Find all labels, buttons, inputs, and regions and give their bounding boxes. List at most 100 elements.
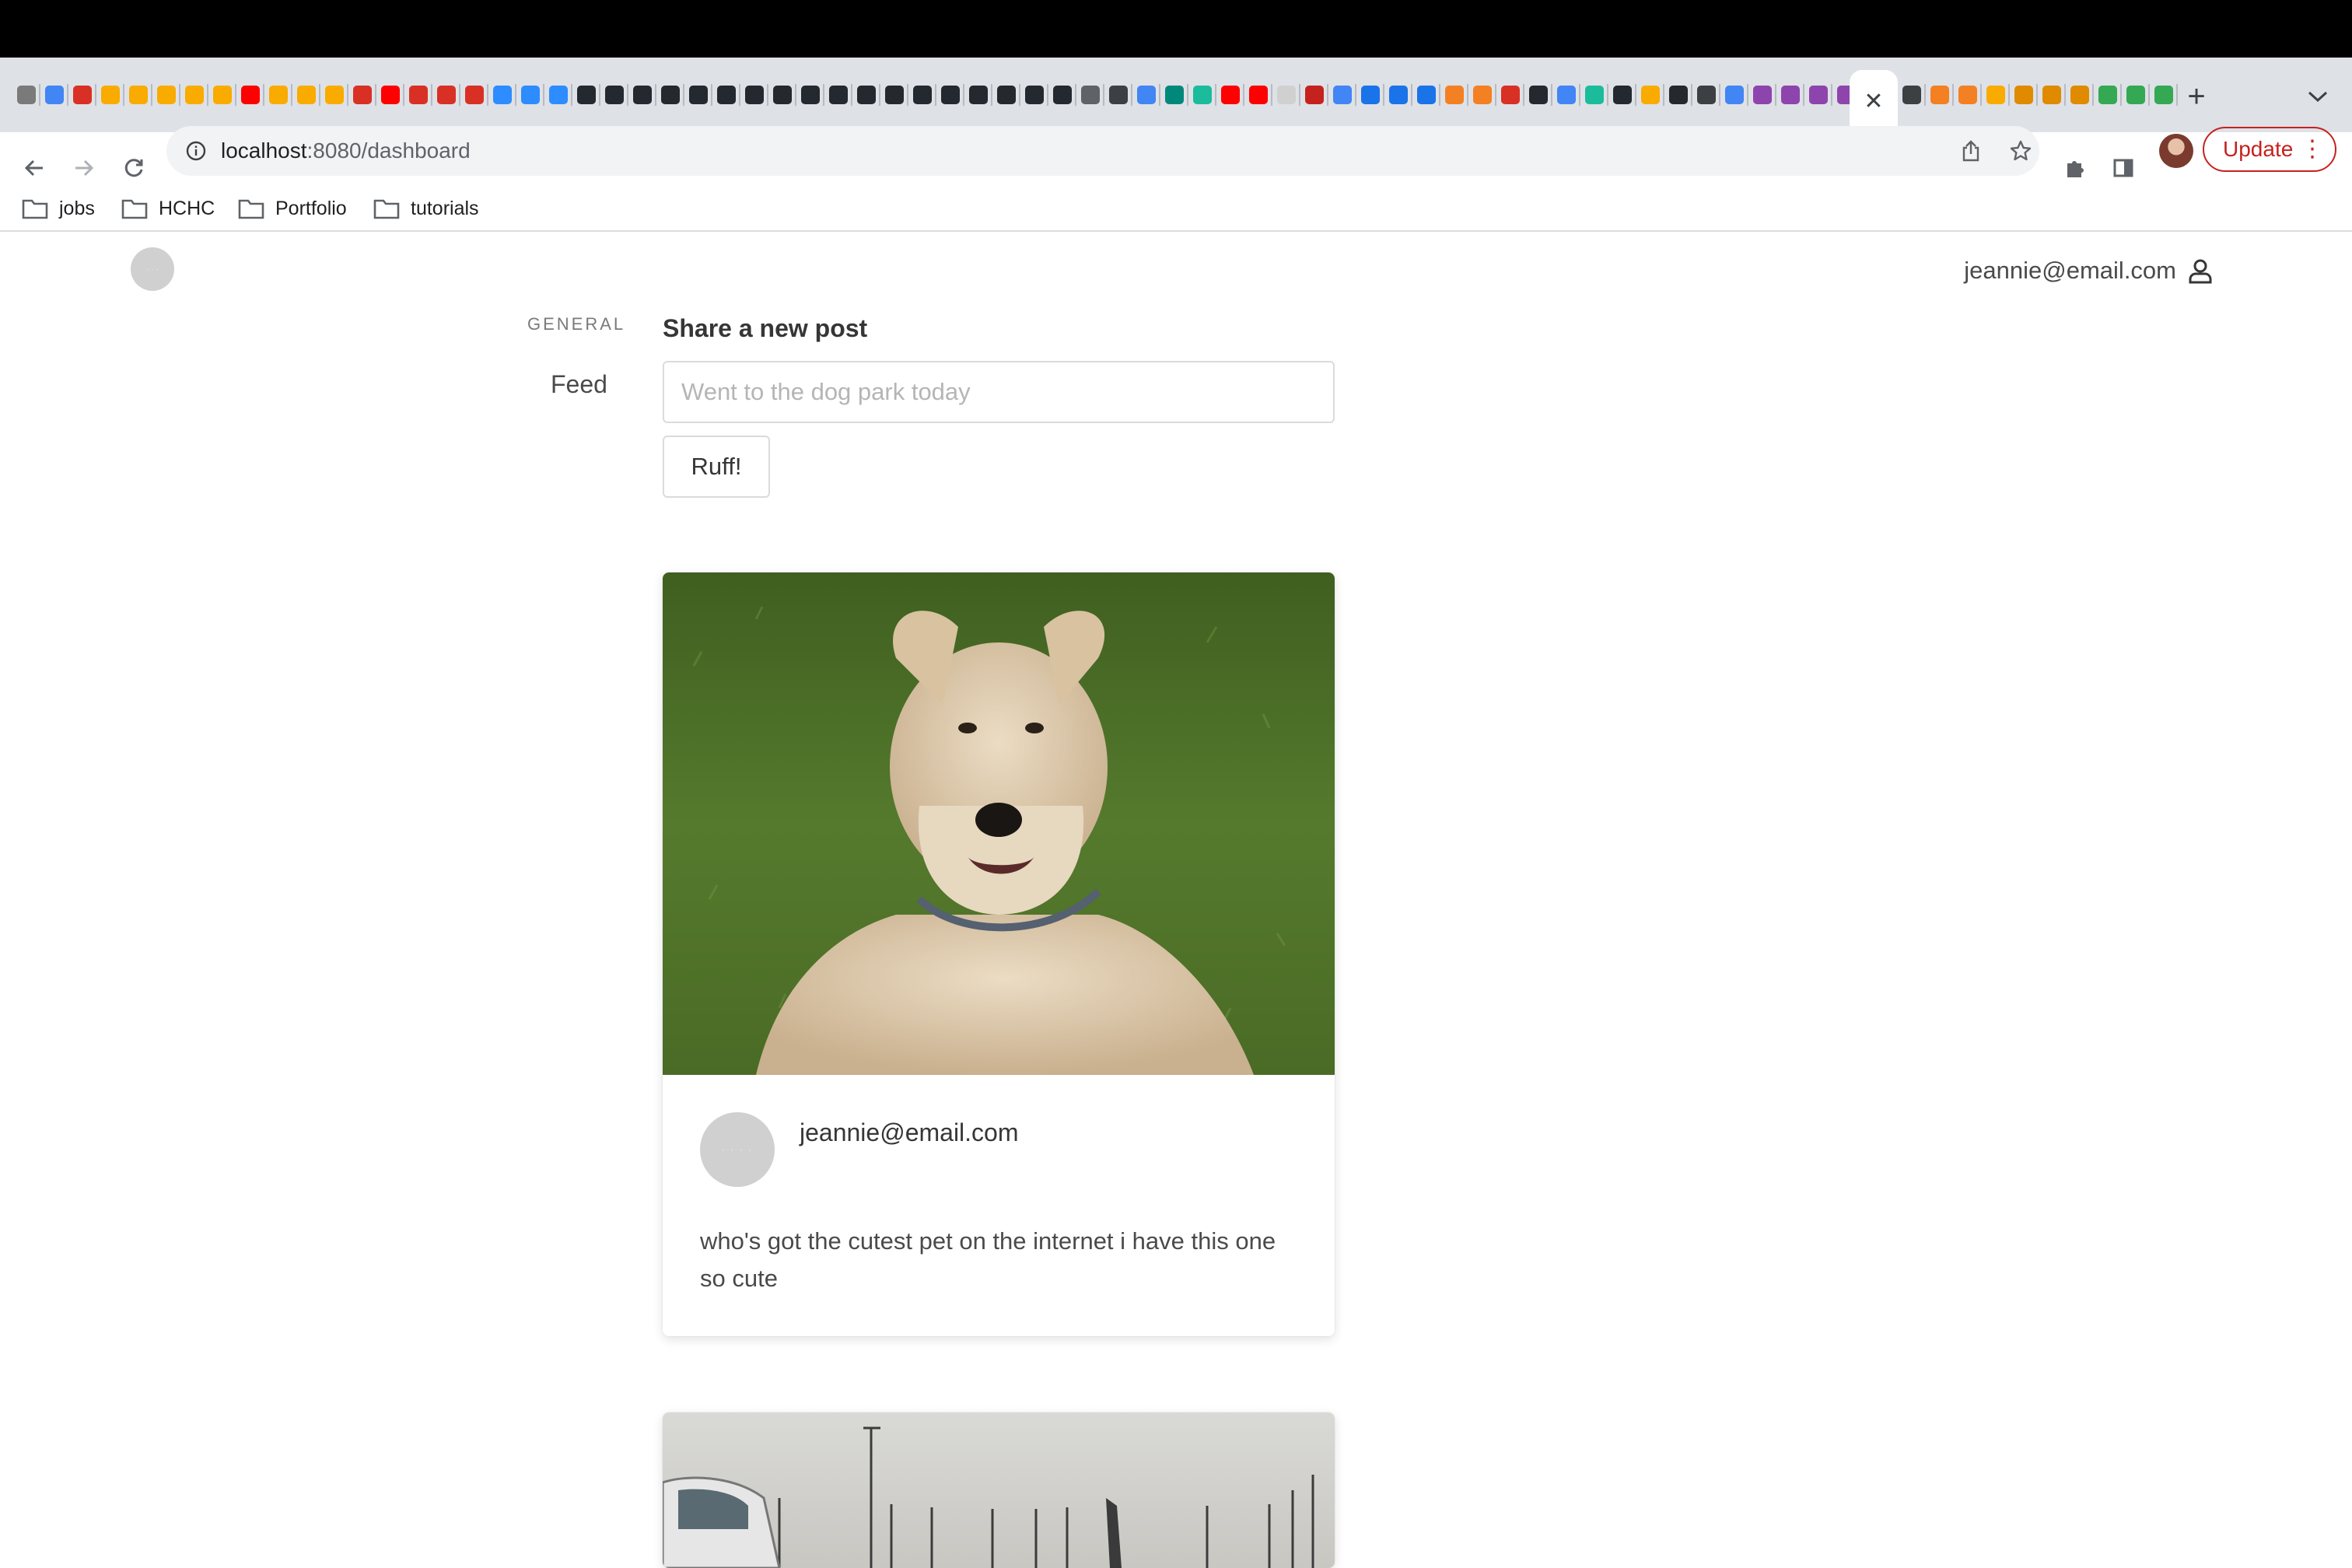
tab[interactable]: [2094, 81, 2122, 109]
new-post-input[interactable]: [663, 361, 1335, 423]
tab[interactable]: [1776, 81, 1804, 109]
tab[interactable]: [208, 81, 236, 109]
bookmark-folder-jobs[interactable]: jobs: [22, 193, 95, 224]
tab[interactable]: [2122, 81, 2150, 109]
tab[interactable]: [124, 81, 152, 109]
site-info-icon[interactable]: [184, 138, 208, 163]
tab[interactable]: [1020, 81, 1048, 109]
tab-search-chevron-icon[interactable]: [2299, 78, 2336, 115]
tab[interactable]: [880, 81, 908, 109]
browser-menu-icon[interactable]: ⋮: [2301, 135, 2324, 164]
tab[interactable]: [768, 81, 796, 109]
tab[interactable]: [656, 81, 684, 109]
bookmark-folder-tutorials[interactable]: tutorials: [373, 193, 479, 224]
tab[interactable]: [12, 81, 40, 109]
tab[interactable]: [824, 81, 852, 109]
tab[interactable]: [2038, 81, 2066, 109]
tab[interactable]: [1272, 81, 1300, 109]
tab[interactable]: [740, 81, 768, 109]
side-panel-icon[interactable]: [2105, 149, 2142, 187]
tab[interactable]: [180, 81, 208, 109]
tab[interactable]: [1926, 81, 1954, 109]
tab[interactable]: [292, 81, 320, 109]
tab[interactable]: [516, 81, 544, 109]
tab[interactable]: [404, 81, 432, 109]
tab[interactable]: [2066, 81, 2094, 109]
tab[interactable]: [1160, 81, 1188, 109]
tab[interactable]: [1954, 81, 1982, 109]
tab[interactable]: [1412, 81, 1440, 109]
tab[interactable]: [544, 81, 572, 109]
tab[interactable]: [1328, 81, 1356, 109]
url-text[interactable]: localhost:8080/dashboard: [221, 137, 471, 165]
tab[interactable]: [2010, 81, 2038, 109]
tab[interactable]: [572, 81, 600, 109]
menu-item-feed[interactable]: Feed: [551, 370, 607, 399]
new-tab-button[interactable]: +: [2178, 78, 2215, 115]
tab[interactable]: [1720, 81, 1748, 109]
app-logo[interactable]: · · ·: [131, 247, 174, 291]
profile-avatar[interactable]: [2159, 134, 2193, 168]
tab[interactable]: [68, 81, 96, 109]
tab[interactable]: [1636, 81, 1664, 109]
share-icon[interactable]: [1952, 132, 1990, 170]
active-tab[interactable]: ✕: [1850, 70, 1898, 132]
tab[interactable]: [320, 81, 348, 109]
tab[interactable]: [1748, 81, 1776, 109]
tab[interactable]: [1468, 81, 1496, 109]
tab[interactable]: [1804, 81, 1832, 109]
tab[interactable]: [1692, 81, 1720, 109]
tab[interactable]: [152, 81, 180, 109]
tab[interactable]: [96, 81, 124, 109]
tab[interactable]: [1982, 81, 2010, 109]
tab[interactable]: [376, 81, 404, 109]
tab[interactable]: [2150, 81, 2178, 109]
tab[interactable]: [628, 81, 656, 109]
tab[interactable]: [264, 81, 292, 109]
tab[interactable]: [1580, 81, 1608, 109]
tab[interactable]: [1664, 81, 1692, 109]
close-tab-icon[interactable]: ✕: [1864, 88, 1883, 115]
tab[interactable]: [1608, 81, 1636, 109]
tab[interactable]: [432, 81, 460, 109]
back-arrow-icon[interactable]: [16, 149, 53, 187]
tab[interactable]: [1104, 81, 1132, 109]
tab[interactable]: [1076, 81, 1104, 109]
address-bar[interactable]: localhost:8080/dashboard: [166, 126, 2039, 176]
tab[interactable]: [1898, 81, 1926, 109]
tab[interactable]: [1132, 81, 1160, 109]
post-author[interactable]: jeannie@email.com: [800, 1118, 1019, 1147]
tab[interactable]: [40, 81, 68, 109]
tab[interactable]: [992, 81, 1020, 109]
tab[interactable]: [1188, 81, 1216, 109]
tab[interactable]: [1552, 81, 1580, 109]
submit-post-button[interactable]: Ruff!: [663, 436, 770, 498]
user-menu[interactable]: jeannie@email.com: [1964, 255, 2214, 286]
tab[interactable]: [1244, 81, 1272, 109]
tab[interactable]: [796, 81, 824, 109]
tab[interactable]: [1216, 81, 1244, 109]
tab[interactable]: [236, 81, 264, 109]
extensions-puzzle-icon[interactable]: [2056, 149, 2094, 187]
tab[interactable]: [1356, 81, 1384, 109]
reload-icon[interactable]: [115, 149, 152, 187]
tab[interactable]: [348, 81, 376, 109]
tab[interactable]: [1384, 81, 1412, 109]
tab[interactable]: [460, 81, 488, 109]
tab[interactable]: [964, 81, 992, 109]
bookmark-star-icon[interactable]: [2002, 132, 2039, 170]
forward-arrow-icon[interactable]: [65, 149, 103, 187]
tab[interactable]: [1496, 81, 1524, 109]
tab[interactable]: [852, 81, 880, 109]
post-author-avatar[interactable]: · · · ·: [700, 1112, 775, 1187]
tab[interactable]: [908, 81, 936, 109]
tab[interactable]: [1048, 81, 1076, 109]
tab[interactable]: [1440, 81, 1468, 109]
tab[interactable]: [488, 81, 516, 109]
bookmark-folder-portfolio[interactable]: Portfolio: [238, 193, 347, 224]
bookmark-folder-hchc[interactable]: HCHC: [121, 193, 215, 224]
tab[interactable]: [600, 81, 628, 109]
tab[interactable]: [684, 81, 712, 109]
tab[interactable]: [712, 81, 740, 109]
update-button[interactable]: Update ⋮: [2203, 127, 2336, 172]
